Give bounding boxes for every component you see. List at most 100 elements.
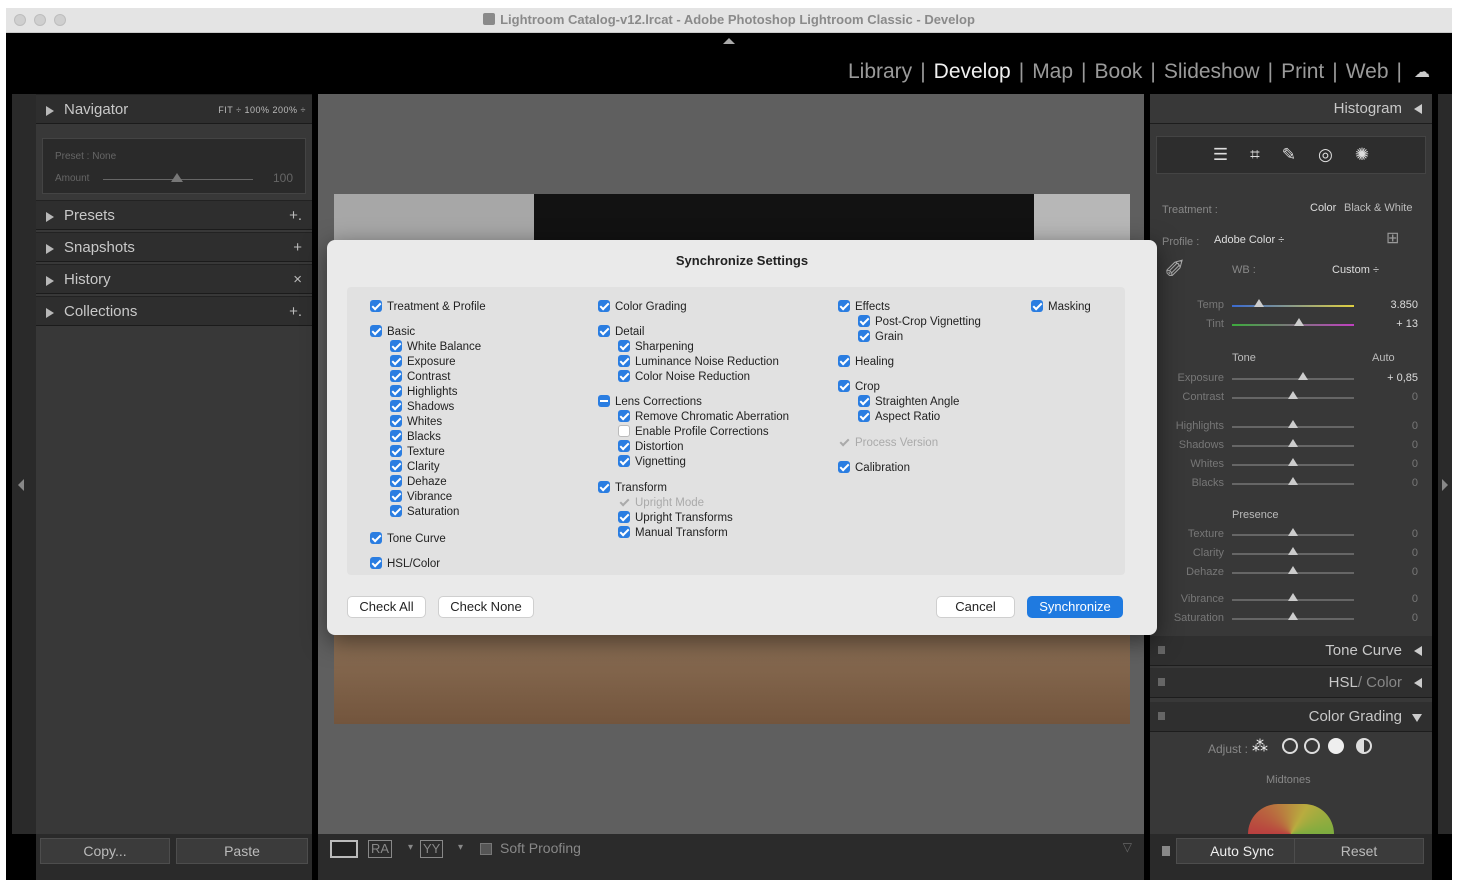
highlights-item[interactable]: Highlights bbox=[390, 385, 458, 399]
hsl-color-label[interactable]: / Color bbox=[1358, 674, 1402, 691]
remove-chromatic-aberration-checkbox[interactable] bbox=[618, 410, 630, 422]
exposure-checkbox[interactable] bbox=[390, 355, 402, 367]
highlights-checkbox[interactable] bbox=[390, 385, 402, 397]
healing-icon[interactable]: ✎ bbox=[1282, 145, 1296, 165]
dehaze-value[interactable]: 0 bbox=[1412, 566, 1418, 578]
aspect-ratio-checkbox[interactable] bbox=[858, 410, 870, 422]
edit-sliders-icon[interactable]: ☰ bbox=[1213, 145, 1228, 165]
copy-button[interactable]: Copy... bbox=[40, 838, 170, 864]
sync-switch-icon[interactable] bbox=[1162, 846, 1170, 856]
before-after-view-icon[interactable]: RA bbox=[368, 840, 393, 858]
left-panel-edge[interactable] bbox=[12, 94, 36, 834]
highlights-wheel-icon[interactable] bbox=[1328, 738, 1344, 754]
vibrance-checkbox[interactable] bbox=[390, 490, 402, 502]
reset-button[interactable]: Reset bbox=[1294, 838, 1424, 864]
straighten-angle-item[interactable]: Straighten Angle bbox=[858, 395, 959, 409]
vibrance-slider[interactable] bbox=[1232, 593, 1354, 601]
whites-slider[interactable] bbox=[1232, 458, 1354, 466]
whites-value[interactable]: 0 bbox=[1412, 458, 1418, 470]
module-book[interactable]: Book bbox=[1091, 60, 1147, 84]
transform-item[interactable]: Transform bbox=[598, 481, 667, 495]
whites-item[interactable]: Whites bbox=[390, 415, 442, 429]
texture-checkbox[interactable] bbox=[390, 445, 402, 457]
clarity-slider-knob[interactable] bbox=[1288, 547, 1298, 555]
profile-select[interactable]: Adobe Color ÷ bbox=[1214, 234, 1284, 246]
right-panel-edge[interactable] bbox=[1438, 94, 1452, 834]
global-wheel-icon[interactable] bbox=[1356, 738, 1372, 754]
auto-sync-button[interactable]: Auto Sync bbox=[1176, 838, 1308, 864]
treatment-color-button[interactable]: Color bbox=[1310, 202, 1336, 214]
shadows-wheel-icon[interactable] bbox=[1282, 738, 1298, 754]
healing-checkbox[interactable] bbox=[838, 355, 850, 367]
blacks-item[interactable]: Blacks bbox=[390, 430, 441, 444]
blacks-value[interactable]: 0 bbox=[1412, 477, 1418, 489]
treatment-profile-checkbox[interactable] bbox=[370, 300, 382, 312]
module-map[interactable]: Map bbox=[1028, 60, 1077, 84]
color-grading-checkbox[interactable] bbox=[598, 300, 610, 312]
hsl-header[interactable]: HSL/ Color bbox=[1150, 668, 1432, 698]
exposure-item[interactable]: Exposure bbox=[390, 355, 456, 369]
tint-value[interactable]: + 13 bbox=[1396, 318, 1418, 330]
hsl-color-checkbox[interactable] bbox=[370, 557, 382, 569]
shadows-slider-knob[interactable] bbox=[1288, 439, 1298, 447]
lens-corrections-item[interactable]: Lens Corrections bbox=[598, 395, 702, 409]
dropdown-icon[interactable]: ▾ bbox=[458, 842, 463, 853]
midtones-color-wheel[interactable] bbox=[1248, 804, 1334, 834]
contrast-slider-knob[interactable] bbox=[1288, 391, 1298, 399]
distortion-item[interactable]: Distortion bbox=[618, 440, 684, 454]
manual-transform-checkbox[interactable] bbox=[618, 526, 630, 538]
saturation-value[interactable]: 0 bbox=[1412, 612, 1418, 624]
luminance-noise-reduction-item[interactable]: Luminance Noise Reduction bbox=[618, 355, 779, 369]
toolbar-menu-icon[interactable]: ▽ bbox=[1123, 840, 1132, 854]
texture-item[interactable]: Texture bbox=[390, 445, 445, 459]
right-panel-toggle-icon[interactable] bbox=[1442, 479, 1448, 491]
healing-item[interactable]: Healing bbox=[838, 355, 894, 369]
saturation-slider-knob[interactable] bbox=[1288, 612, 1298, 620]
effects-checkbox[interactable] bbox=[838, 300, 850, 312]
aspect-ratio-item[interactable]: Aspect Ratio bbox=[858, 410, 940, 424]
temp-value[interactable]: 3.850 bbox=[1390, 299, 1418, 311]
enable-profile-corrections-checkbox[interactable] bbox=[618, 425, 630, 437]
add-preset-icon[interactable]: +. bbox=[289, 201, 302, 231]
dehaze-slider-knob[interactable] bbox=[1288, 566, 1298, 574]
contrast-checkbox[interactable] bbox=[390, 370, 402, 382]
vibrance-slider-knob[interactable] bbox=[1288, 593, 1298, 601]
wb-eyedropper-icon[interactable]: ✐ bbox=[1164, 254, 1186, 285]
navigator-zoom-options[interactable]: FIT ÷ 100% 200% ÷ bbox=[218, 95, 306, 125]
remove-chromatic-aberration-item[interactable]: Remove Chromatic Aberration bbox=[618, 410, 789, 424]
crop-item[interactable]: Crop bbox=[838, 380, 880, 394]
sharpening-checkbox[interactable] bbox=[618, 340, 630, 352]
whites-checkbox[interactable] bbox=[390, 415, 402, 427]
temp-slider[interactable] bbox=[1232, 299, 1354, 307]
post-crop-vignetting-item[interactable]: Post-Crop Vignetting bbox=[858, 315, 981, 329]
add-snapshot-icon[interactable]: + bbox=[293, 233, 302, 263]
color-grading-item[interactable]: Color Grading bbox=[598, 300, 687, 314]
module-print[interactable]: Print bbox=[1277, 60, 1328, 84]
contrast-item[interactable]: Contrast bbox=[390, 370, 450, 384]
lens-corrections-checkbox[interactable] bbox=[598, 395, 610, 407]
basic-item[interactable]: Basic bbox=[370, 325, 415, 339]
saturation-item[interactable]: Saturation bbox=[390, 505, 459, 519]
treatment-profile-item[interactable]: Treatment & Profile bbox=[370, 300, 486, 314]
effects-item[interactable]: Effects bbox=[838, 300, 890, 314]
color-noise-reduction-item[interactable]: Color Noise Reduction bbox=[618, 370, 750, 384]
cloud-sync-icon[interactable]: ☁ bbox=[1414, 62, 1430, 82]
three-way-icon[interactable]: ⁂ bbox=[1252, 736, 1268, 756]
tone-curve-header[interactable]: Tone Curve bbox=[1150, 636, 1432, 666]
snapshots-header[interactable]: Snapshots + bbox=[36, 232, 312, 262]
check-all-button[interactable]: Check All bbox=[347, 596, 426, 618]
amount-slider-thumb[interactable] bbox=[171, 173, 183, 182]
whites-slider-knob[interactable] bbox=[1288, 458, 1298, 466]
tone-curve-item[interactable]: Tone Curve bbox=[370, 532, 446, 546]
upright-transforms-checkbox[interactable] bbox=[618, 511, 630, 523]
luminance-noise-reduction-checkbox[interactable] bbox=[618, 355, 630, 367]
shadows-value[interactable]: 0 bbox=[1412, 439, 1418, 451]
blacks-slider-knob[interactable] bbox=[1288, 477, 1298, 485]
dropdown-icon[interactable]: ▾ bbox=[408, 842, 413, 853]
sharpening-item[interactable]: Sharpening bbox=[618, 340, 694, 354]
loupe-view-icon[interactable] bbox=[330, 840, 358, 858]
color-grading-header[interactable]: Color Grading bbox=[1150, 702, 1432, 732]
dehaze-item[interactable]: Dehaze bbox=[390, 475, 447, 489]
clarity-checkbox[interactable] bbox=[390, 460, 402, 472]
masking-icon[interactable]: ✺ bbox=[1355, 145, 1369, 165]
